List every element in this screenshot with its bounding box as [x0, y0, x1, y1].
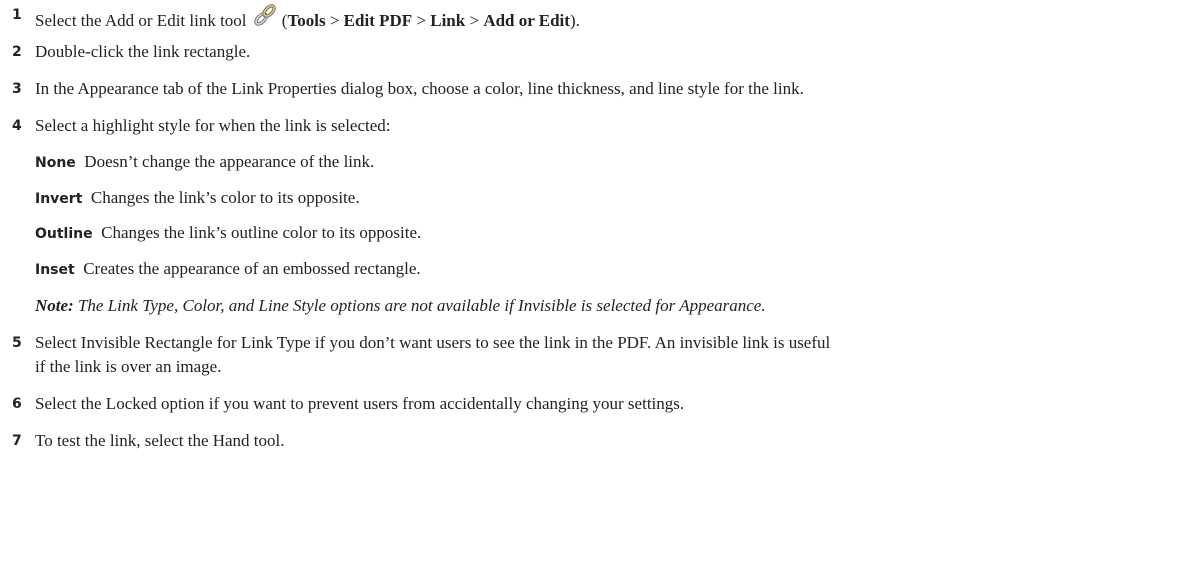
definition-term: None	[35, 155, 76, 171]
step-text-continued: if the link is over an image.	[35, 357, 222, 376]
path-sep: >	[325, 11, 344, 30]
path-sep: >	[465, 11, 484, 30]
note-text: The Link Type, Color, and Line Style opt…	[77, 296, 766, 315]
definition-description: Doesn’t change the appearance of the lin…	[84, 152, 375, 171]
step-text: To test the link, select the Hand tool.	[35, 431, 285, 450]
step-number: 7	[12, 433, 22, 449]
path-sep: >	[412, 11, 431, 30]
step-number: 4	[12, 118, 22, 134]
step-number: 3	[12, 81, 22, 97]
step-number: 5	[12, 335, 22, 351]
definition-description: Changes the link’s outline color to its …	[101, 223, 422, 242]
step-number: 2	[12, 44, 22, 60]
step-text-intro: Select the Add or Edit link tool	[35, 11, 247, 30]
path-close: ).	[569, 11, 580, 30]
document-page: 1 Select the Add or Edit link tool (Tool…	[0, 0, 1197, 578]
step-text: Select the Locked option if you want to …	[35, 394, 685, 413]
definition-description: Creates the appearance of an embossed re…	[83, 259, 421, 278]
chain-link-icon	[252, 4, 278, 28]
step-number: 1	[12, 7, 22, 23]
path-tools: Tools	[287, 11, 326, 30]
definition-description: Changes the link’s color to its opposite…	[90, 188, 360, 207]
step-text: Select the Add or Edit link tool (Tools …	[35, 4, 580, 32]
definition-term: Invert	[35, 191, 83, 207]
step-text: Select a highlight style for when the li…	[35, 116, 391, 135]
definition-term: Inset	[35, 262, 75, 278]
path-edit-pdf: Edit PDF	[343, 11, 413, 30]
definition-term: Outline	[35, 226, 93, 242]
path-link: Link	[430, 11, 466, 30]
step-text: In the Appearance tab of the Link Proper…	[35, 79, 804, 98]
step-number: 6	[12, 396, 22, 412]
note-label: Note:	[35, 296, 74, 315]
step-text: Select Invisible Rectangle for Link Type…	[35, 333, 831, 352]
step-text: Double-click the link rectangle.	[35, 42, 251, 61]
path-add-or-edit: Add or Edit	[483, 11, 570, 30]
